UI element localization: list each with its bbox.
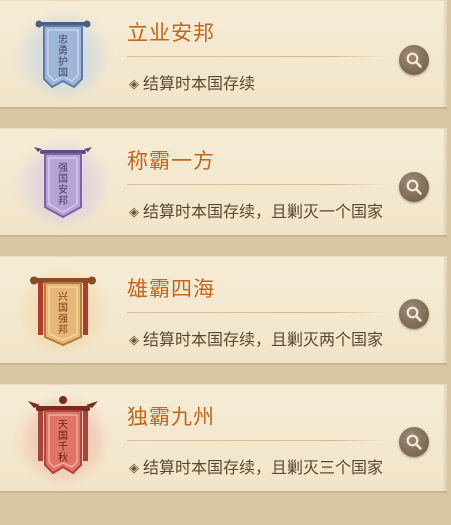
divider bbox=[127, 184, 385, 185]
banner-blue-icon: 忠 勇 护 国 bbox=[18, 9, 108, 99]
diamond-icon: ◈ bbox=[129, 205, 139, 220]
description-text: 结算时本国存续，且剿灭一个国家 bbox=[143, 202, 384, 221]
diamond-icon: ◈ bbox=[129, 77, 139, 92]
achievement-description: ◈ 结算时本国存续，且剿灭三个国家 bbox=[129, 454, 383, 478]
achievement-description: ◈ 结算时本国存续 bbox=[129, 70, 255, 94]
achievement-list: 忠 勇 护 国 立业安邦 ◈ 结算时本国存续 强 国 安 邦 称霸一方 ◈ 结算… bbox=[0, 0, 451, 525]
description-text: 结算时本国存续，且剿灭两个国家 bbox=[143, 330, 384, 349]
achievement-title: 独霸九州 bbox=[127, 405, 215, 429]
description-text: 结算时本国存续，且剿灭三个国家 bbox=[143, 458, 384, 477]
banner-char: 安 bbox=[58, 183, 68, 196]
achievement-description: ◈ 结算时本国存续，且剿灭一个国家 bbox=[129, 198, 383, 222]
banner-purple-icon: 强 国 安 邦 bbox=[18, 137, 108, 227]
banner-char: 邦 bbox=[58, 194, 68, 207]
divider bbox=[127, 440, 385, 441]
achievement-card: 兴 国 强 邦 雄霸四海 ◈ 结算时本国存续，且剿灭两个国家 bbox=[0, 256, 447, 364]
achievement-title: 雄霸四海 bbox=[127, 277, 215, 301]
magnifier-icon[interactable] bbox=[399, 427, 429, 457]
achievement-card: 强 国 安 邦 称霸一方 ◈ 结算时本国存续，且剿灭一个国家 bbox=[0, 128, 447, 236]
description-text: 结算时本国存续 bbox=[143, 74, 256, 93]
achievement-title: 立业安邦 bbox=[127, 21, 215, 45]
banner-char: 秋 bbox=[58, 451, 68, 464]
banner-char: 邦 bbox=[58, 323, 68, 336]
achievement-description: ◈ 结算时本国存续，且剿灭两个国家 bbox=[129, 326, 383, 350]
banner-char: 兴 bbox=[58, 291, 68, 303]
divider bbox=[127, 56, 385, 57]
banner-char: 护 bbox=[58, 55, 68, 68]
banner-char: 国 bbox=[58, 173, 68, 185]
banner-char: 忠 bbox=[58, 34, 68, 46]
banner-char: 国 bbox=[58, 67, 68, 79]
banner-gold-icon: 兴 国 强 邦 bbox=[18, 265, 108, 355]
magnifier-icon[interactable] bbox=[399, 299, 429, 329]
banner-char: 国 bbox=[58, 430, 68, 442]
banner-char: 天 bbox=[58, 420, 68, 431]
achievement-card: 天 国 千 秋 独霸九州 ◈ 结算时本国存续，且剿灭三个国家 bbox=[0, 384, 447, 492]
banner-char: 强 bbox=[58, 162, 68, 174]
divider bbox=[127, 312, 385, 313]
banner-red-icon: 天 国 千 秋 bbox=[18, 393, 108, 483]
banner-char: 国 bbox=[58, 302, 68, 314]
banner-char: 勇 bbox=[58, 45, 68, 57]
magnifier-icon[interactable] bbox=[399, 45, 429, 75]
diamond-icon: ◈ bbox=[129, 461, 139, 476]
achievement-title: 称霸一方 bbox=[127, 149, 215, 173]
diamond-icon: ◈ bbox=[129, 333, 139, 348]
magnifier-icon[interactable] bbox=[399, 172, 429, 202]
achievement-card: 忠 勇 护 国 立业安邦 ◈ 结算时本国存续 bbox=[0, 0, 447, 108]
banner-char: 强 bbox=[58, 313, 68, 325]
banner-char: 千 bbox=[58, 441, 68, 453]
